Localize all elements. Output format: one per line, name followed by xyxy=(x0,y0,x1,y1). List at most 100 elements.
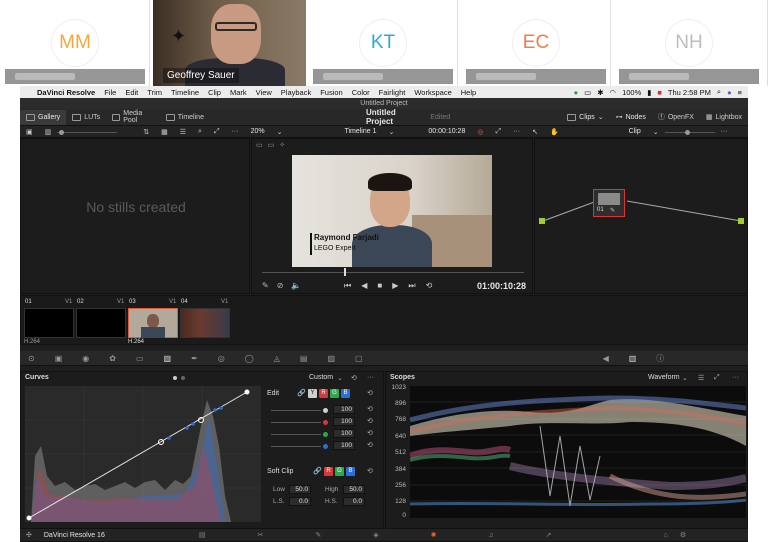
viewer-split-icon[interactable]: ▭ xyxy=(268,141,275,149)
high-value[interactable]: 50.0 xyxy=(343,485,365,494)
menu-edit[interactable]: Edit xyxy=(125,88,138,97)
search-icon[interactable]: ⌕ xyxy=(192,128,208,136)
link-icon[interactable]: 🔗 xyxy=(313,467,322,475)
more-options-icon[interactable]: ··· xyxy=(226,128,245,135)
wifi-icon[interactable]: ◠ xyxy=(610,88,617,97)
scope-settings-icon[interactable]: ☰ xyxy=(698,374,704,382)
openfx-button[interactable]: ⓕ OpenFX xyxy=(652,112,700,122)
intensity-row-b[interactable]: 100 ⟲ xyxy=(267,440,379,452)
curves-mode[interactable]: Custom xyxy=(309,374,333,381)
active-speaker-tile[interactable]: ✦ Geoffrey Sauer xyxy=(153,0,306,86)
clips-button[interactable]: Clips ⌄ xyxy=(561,113,609,121)
window-icon[interactable]: ◎ xyxy=(218,354,225,363)
menu-playback[interactable]: Playback xyxy=(281,88,311,97)
viewer-fullscreen-icon[interactable]: ⤢ xyxy=(489,128,507,136)
battery-percent[interactable]: 100% xyxy=(622,88,641,97)
participant-tile-mm[interactable]: MM xyxy=(0,0,150,86)
curves-palette-icon[interactable]: ▧ xyxy=(164,354,172,363)
menu-app-name[interactable]: DaVinci Resolve xyxy=(37,88,95,97)
menu-view[interactable]: View xyxy=(256,88,272,97)
sizing-icon[interactable]: ▢ xyxy=(355,354,363,363)
menu-clock[interactable]: Thu 2:58 PM xyxy=(668,88,711,97)
menu-workspace[interactable]: Workspace xyxy=(414,88,451,97)
magic-mask-icon[interactable]: ◬ xyxy=(274,354,280,363)
clip-thumbnail-04[interactable] xyxy=(180,308,230,338)
node-zoom-slider[interactable] xyxy=(664,127,715,137)
softclip-b-button[interactable]: B xyxy=(346,467,355,476)
scope-mode[interactable]: Waveform xyxy=(648,374,680,381)
chevron-down-icon[interactable]: ⌄ xyxy=(682,374,688,382)
blur-icon[interactable]: ▤ xyxy=(300,354,308,363)
loop-icon[interactable]: ⟲ xyxy=(426,281,433,291)
reset-icon[interactable]: ⟲ xyxy=(367,429,373,437)
playhead-scrubber[interactable] xyxy=(262,272,524,273)
node-editor[interactable]: 01 ✎ xyxy=(534,138,748,294)
go-to-start-icon[interactable]: ⏮ xyxy=(344,281,351,291)
ls-value[interactable]: 0.0 xyxy=(289,497,311,506)
spotlight-icon[interactable]: ⌕ xyxy=(717,87,721,97)
loop-off-icon[interactable]: ⊘ xyxy=(277,281,284,290)
camera-raw-icon[interactable]: ⊙ xyxy=(28,354,35,363)
scopes-palette-icon[interactable]: ▥ xyxy=(629,354,637,363)
softclip-r-button[interactable]: R xyxy=(324,467,333,476)
pointer-icon[interactable]: ↖ xyxy=(526,128,544,136)
bluetooth-icon[interactable]: ✱ xyxy=(597,88,603,97)
zoom-level[interactable]: 20% xyxy=(245,128,271,135)
scope-expand-icon[interactable]: ⤢ xyxy=(714,374,720,382)
home-icon[interactable]: ⌂ xyxy=(658,532,674,539)
menu-clip[interactable]: Clip xyxy=(208,88,221,97)
viewer-fx-icon[interactable]: ✧ xyxy=(279,141,285,149)
channel-g-button[interactable]: G xyxy=(330,389,339,398)
play-icon[interactable]: ▶ xyxy=(392,281,398,291)
color-wheels-icon[interactable]: ◉ xyxy=(82,354,89,363)
reset-icon[interactable]: ⟲ xyxy=(367,441,373,449)
nodes-button[interactable]: ⊶ Nodes xyxy=(610,113,652,122)
status-check-icon[interactable]: ● xyxy=(574,88,579,97)
audio-icon[interactable]: 🔈 xyxy=(291,281,301,290)
audio-palette-icon[interactable]: ◀ xyxy=(603,354,609,363)
info-icon[interactable]: ⓘ xyxy=(656,353,664,364)
participant-tile-ec[interactable]: EC xyxy=(461,0,611,86)
luts-button[interactable]: LUTs xyxy=(66,113,106,121)
channel-r-button[interactable]: R xyxy=(319,389,328,398)
media-page-icon[interactable]: ▤ xyxy=(193,531,212,539)
channel-b-button[interactable]: B xyxy=(341,389,350,398)
fusion-page-icon[interactable]: ◈ xyxy=(367,531,384,539)
chevron-down-icon[interactable]: ⌄ xyxy=(337,374,343,382)
more-options-icon[interactable]: ··· xyxy=(732,374,739,381)
reset-icon[interactable]: ⟲ xyxy=(351,374,357,382)
low-value[interactable]: 50.0 xyxy=(289,485,311,494)
participant-tile-kt[interactable]: KT xyxy=(308,0,458,86)
gallery-view-icon[interactable]: ▣ xyxy=(20,128,39,136)
key-icon[interactable]: ▨ xyxy=(327,354,335,363)
airplay-icon[interactable]: ▭ xyxy=(584,88,591,97)
playhead-marker[interactable] xyxy=(344,268,346,276)
media-pool-button[interactable]: Media Pool xyxy=(106,110,160,124)
timeline-button[interactable]: Timeline xyxy=(160,113,210,121)
gallery-split-icon[interactable]: ▥ xyxy=(39,128,58,136)
edit-page-icon[interactable]: ✎ xyxy=(309,531,327,539)
chevron-down-icon[interactable]: ⌄ xyxy=(382,128,400,136)
reset-icon[interactable]: ⟲ xyxy=(367,405,373,413)
sort-icon[interactable]: ⇅ xyxy=(137,128,155,136)
node-mode[interactable]: Clip xyxy=(623,128,647,135)
more-options-icon[interactable]: ··· xyxy=(507,128,526,135)
menu-timeline[interactable]: Timeline xyxy=(171,88,199,97)
menu-fairlight[interactable]: Fairlight xyxy=(379,88,406,97)
video-frame[interactable]: Raymond Farjadi LEGO Expert xyxy=(292,155,492,267)
menu-trim[interactable]: Trim xyxy=(147,88,162,97)
reset-icon[interactable]: ⟲ xyxy=(367,389,373,397)
participant-tile-nh[interactable]: NH xyxy=(614,0,768,86)
menu-help[interactable]: Help xyxy=(461,88,476,97)
curve-graph[interactable] xyxy=(25,386,261,522)
intensity-row-g[interactable]: 100 ⟲ xyxy=(267,428,379,440)
more-options-icon[interactable]: ··· xyxy=(715,128,734,135)
node-01[interactable]: 01 ✎ xyxy=(593,189,625,217)
color-match-icon[interactable]: ▣ xyxy=(55,354,63,363)
link-icon[interactable]: 🔗 xyxy=(297,389,306,397)
rgb-mixer-icon[interactable]: ✿ xyxy=(109,354,116,363)
bypass-icon[interactable]: ◎ xyxy=(471,128,489,136)
flag-icon[interactable]: ■ xyxy=(657,88,662,97)
deliver-page-icon[interactable]: ➚ xyxy=(540,531,558,539)
menu-color[interactable]: Color xyxy=(352,88,370,97)
